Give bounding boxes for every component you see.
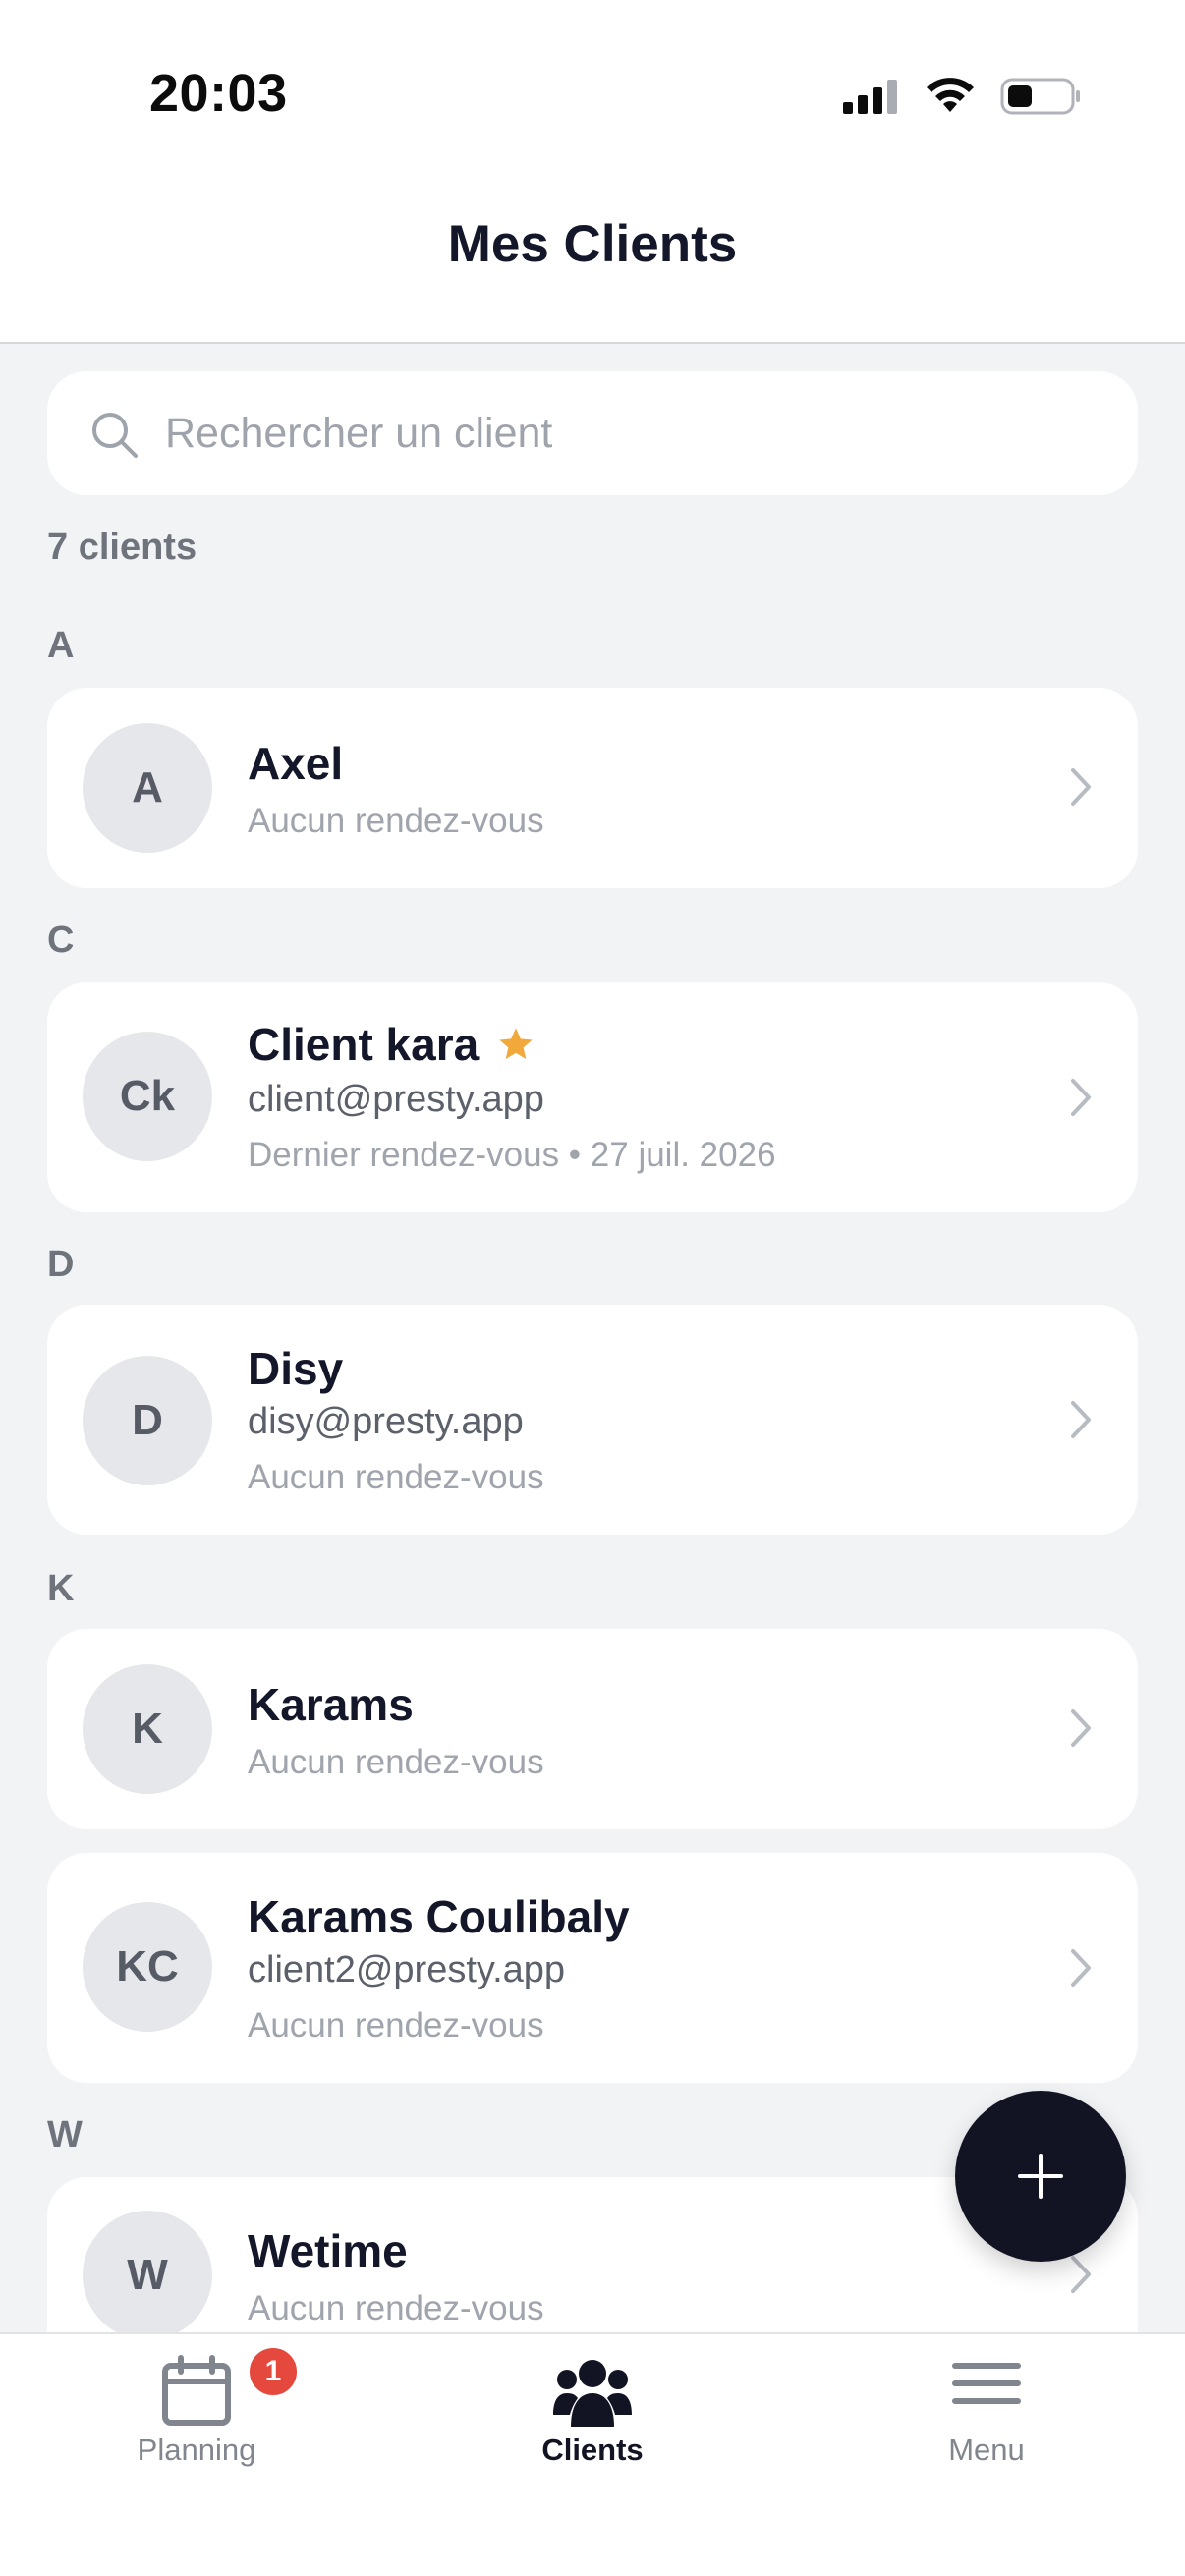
chevron-right-icon xyxy=(1071,1709,1091,1747)
client-appointment-status: Aucun rendez-vous xyxy=(248,1743,544,1781)
client-name: Client kara xyxy=(248,1018,536,1071)
client-appointment-status: Aucun rendez-vous xyxy=(248,2289,544,2327)
client-email: client@presty.app xyxy=(248,1079,544,1120)
chevron-right-icon xyxy=(1071,1949,1091,1987)
client-count: 7 clients xyxy=(47,527,198,568)
search-bar[interactable] xyxy=(47,371,1138,495)
client-name: Karams Coulibaly xyxy=(248,1890,630,1943)
search-icon xyxy=(92,413,138,458)
header: Mes Clients xyxy=(0,187,1185,344)
avatar: KC xyxy=(83,1902,212,2032)
client-name: Karams xyxy=(248,1678,414,1731)
tab-label: Menu xyxy=(948,2433,1025,2467)
client-email: client2@presty.app xyxy=(248,1949,566,1990)
client-email: disy@presty.app xyxy=(248,1401,524,1442)
status-bar: 20:03 xyxy=(0,0,1185,187)
plus-icon xyxy=(1018,2154,1063,2199)
avatar: K xyxy=(83,1664,212,1794)
client-card-karams[interactable]: K Karams Aucun rendez-vous xyxy=(47,1629,1138,1829)
client-name-text: Karams xyxy=(248,1679,414,1730)
calendar-icon xyxy=(162,2355,231,2426)
tab-planning[interactable]: 1 Planning xyxy=(49,2334,344,2492)
client-appointment-status: Dernier rendez-vous • 27 juil. 2026 xyxy=(248,1136,776,1174)
avatar: W xyxy=(83,2211,212,2340)
client-name-text: Karams Coulibaly xyxy=(248,1891,630,1942)
star-icon xyxy=(499,1028,533,1059)
client-card-axel[interactable]: A Axel Aucun rendez-vous xyxy=(47,688,1138,888)
status-time: 20:03 xyxy=(149,64,288,123)
chevron-right-icon xyxy=(1071,2256,1091,2293)
client-name-text: Client kara xyxy=(248,1019,480,1070)
battery-icon xyxy=(1000,78,1080,115)
client-name: Axel xyxy=(248,737,343,790)
users-icon xyxy=(553,2360,632,2427)
avatar: Ck xyxy=(83,1032,212,1161)
client-name: Wetime xyxy=(248,2224,408,2277)
page-title: Mes Clients xyxy=(447,215,738,273)
client-name-text: Disy xyxy=(248,1343,344,1394)
section-header-w: W xyxy=(47,2114,83,2156)
tab-label: Planning xyxy=(137,2433,256,2467)
tab-bar: 1 Planning Clients Menu xyxy=(0,2332,1185,2576)
client-name-text: Axel xyxy=(248,738,344,789)
avatar: A xyxy=(83,723,212,853)
chevron-right-icon xyxy=(1071,1401,1091,1438)
section-header-c: C xyxy=(47,920,75,961)
status-icons xyxy=(841,75,1083,118)
notification-badge: 1 xyxy=(246,2344,301,2399)
client-card-karams-coulibaly[interactable]: KC Karams Coulibaly client2@presty.app A… xyxy=(47,1853,1138,2083)
section-header-d: D xyxy=(47,1244,75,1285)
client-name: Disy xyxy=(248,1342,343,1395)
tab-clients[interactable]: Clients xyxy=(445,2334,740,2492)
wifi-icon xyxy=(927,78,974,112)
client-appointment-status: Aucun rendez-vous xyxy=(248,1458,544,1496)
search-input[interactable] xyxy=(165,371,1089,495)
client-name-text: Wetime xyxy=(248,2225,408,2276)
chevron-right-icon xyxy=(1071,1079,1091,1116)
client-appointment-status: Aucun rendez-vous xyxy=(248,2006,544,2044)
add-client-button[interactable] xyxy=(955,2091,1126,2262)
client-appointment-status: Aucun rendez-vous xyxy=(248,802,544,840)
avatar: D xyxy=(83,1356,212,1485)
cellular-signal-icon xyxy=(843,80,897,114)
client-card-disy[interactable]: D Disy disy@presty.app Aucun rendez-vous xyxy=(47,1305,1138,1535)
client-card-client-kara[interactable]: Ck Client kara client@presty.app Dernier… xyxy=(47,982,1138,1212)
section-header-a: A xyxy=(47,625,75,666)
section-header-k: K xyxy=(47,1568,75,1609)
chevron-right-icon xyxy=(1071,768,1091,806)
tab-menu[interactable]: Menu xyxy=(839,2334,1134,2492)
tab-label: Clients xyxy=(541,2433,644,2467)
hamburger-menu-icon xyxy=(952,2363,1021,2404)
